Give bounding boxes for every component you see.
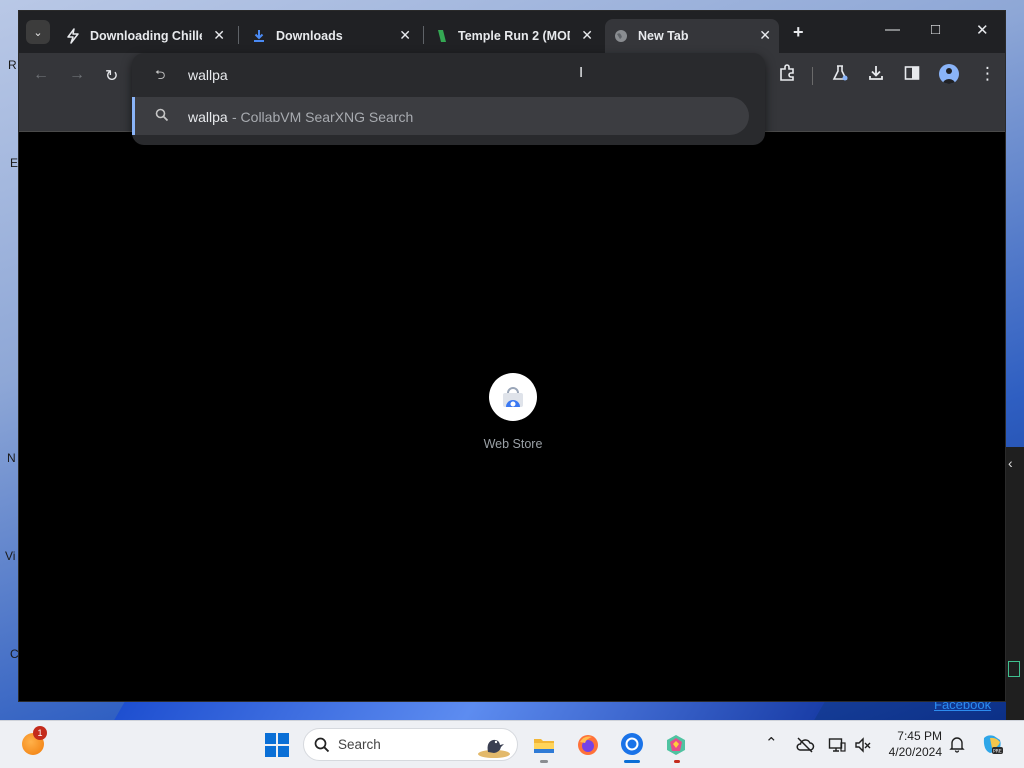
tab-downloading[interactable]: Downloading Chilled ✕: [57, 19, 233, 53]
close-icon[interactable]: ✕: [581, 27, 593, 44]
minimize-button[interactable]: —: [885, 21, 900, 38]
panel-square-icon: [1008, 661, 1020, 677]
file-explorer-icon[interactable]: [532, 733, 556, 757]
tab-downloads[interactable]: Downloads ✕: [243, 19, 419, 53]
download-icon[interactable]: [867, 64, 885, 87]
close-icon[interactable]: ✕: [213, 27, 225, 44]
globe-icon: [613, 28, 629, 44]
tab-search-button[interactable]: ⌄: [26, 20, 50, 44]
cloud-offline-icon[interactable]: [795, 736, 815, 754]
chrome-icon[interactable]: [620, 732, 644, 756]
clock-time: 7:45 PM: [897, 729, 942, 743]
tab-title: Downloading Chilled: [90, 29, 202, 43]
shortcut-label: Web Store: [483, 437, 543, 451]
tab-title: New Tab: [638, 29, 689, 43]
more-menu-icon[interactable]: ⋮: [979, 64, 996, 84]
suggestion-source: - CollabVM SearXNG Search: [232, 109, 414, 125]
shortcut-tile[interactable]: Web Store: [477, 373, 549, 451]
chevron-down-icon: ⌄: [33, 26, 43, 39]
clock-date: 4/20/2024: [888, 745, 942, 759]
volume-muted-icon[interactable]: [854, 736, 872, 754]
labs-flask-icon[interactable]: [831, 64, 849, 87]
close-icon[interactable]: ✕: [759, 27, 771, 44]
firefox-icon[interactable]: [576, 733, 600, 757]
search-icon: [155, 108, 169, 122]
chevron-up-icon[interactable]: ⌃: [765, 734, 778, 752]
bolt-icon: [65, 28, 81, 44]
forward-button[interactable]: →: [69, 66, 85, 84]
toolbar-separator: [812, 67, 813, 85]
download-icon: [251, 28, 267, 44]
notification-bell-icon[interactable]: [948, 735, 966, 753]
search-placeholder: Search: [338, 737, 381, 752]
taskbar-search[interactable]: Search: [303, 728, 518, 761]
profile-avatar-icon[interactable]: [939, 64, 959, 84]
browser-window: ⌄ Downloading Chilled ✕ Downloads ✕ Temp…: [18, 10, 1006, 702]
svg-text:PRE: PRE: [993, 749, 1002, 755]
background-window-edge: ‹: [1006, 447, 1024, 720]
running-indicator: [674, 760, 680, 763]
new-tab-button[interactable]: +: [793, 22, 804, 43]
address-bar-input[interactable]: [188, 64, 728, 86]
omnibox-row: ⮌ I: [132, 53, 765, 95]
suggestion-query: wallpa: [188, 109, 228, 125]
side-panel-icon[interactable]: [903, 64, 921, 87]
reload-button[interactable]: ↻: [105, 66, 118, 86]
selection-accent: [132, 97, 135, 135]
tab-temple-run[interactable]: Temple Run 2 (MOD ✕: [425, 19, 601, 53]
tab-title: Temple Run 2 (MOD: [458, 29, 570, 43]
chevron-left-icon[interactable]: ‹: [1008, 455, 1013, 471]
tab-separator: [238, 26, 239, 44]
active-indicator: [624, 760, 640, 763]
back-button[interactable]: ←: [33, 66, 49, 84]
extensions-icon[interactable]: [778, 64, 796, 87]
maximize-button[interactable]: □: [931, 21, 940, 38]
tab-strip: ⌄ Downloading Chilled ✕ Downloads ✕ Temp…: [19, 11, 1005, 53]
temple-run-icon: [433, 28, 449, 44]
text-cursor-icon: I: [579, 64, 584, 81]
tab-title: Downloads: [276, 29, 343, 43]
desktop-icon-label: E: [10, 156, 19, 170]
copilot-icon[interactable]: [664, 733, 688, 757]
omnibox-dropdown: ⮌ I wallpa - CollabVM SearXNG Search: [132, 53, 765, 145]
notification-badge: 1: [33, 726, 47, 740]
search-icon: [314, 737, 330, 753]
system-clock[interactable]: 7:45 PM 4/20/2024: [880, 728, 942, 760]
display-icon[interactable]: [828, 736, 846, 754]
search-highlight-icon: [478, 739, 510, 758]
copilot-preview-icon[interactable]: PRE: [980, 732, 1004, 756]
desktop-icon-label: Vi: [5, 549, 16, 563]
widgets-button[interactable]: 1: [22, 726, 47, 755]
omnibox-suggestion[interactable]: wallpa - CollabVM SearXNG Search: [132, 97, 749, 135]
web-store-icon: [489, 373, 537, 421]
tab-new-tab[interactable]: New Tab ✕: [605, 19, 779, 53]
desktop-icon-label: N: [7, 451, 16, 465]
tab-separator: [423, 26, 424, 44]
desktop-icon-label: R: [8, 58, 17, 72]
start-button[interactable]: [265, 733, 289, 757]
close-icon[interactable]: ✕: [399, 27, 411, 44]
running-indicator: [540, 760, 548, 763]
close-window-button[interactable]: ✕: [976, 21, 989, 39]
site-info-icon[interactable]: ⮌: [155, 66, 165, 88]
